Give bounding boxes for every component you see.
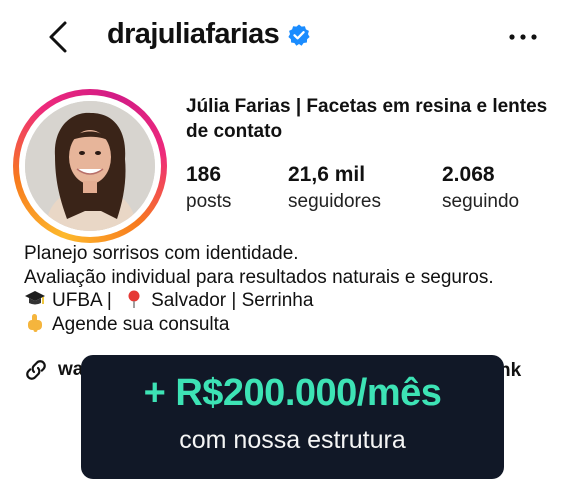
- profile-display-name: Júlia Farias | Facetas em resina e lente…: [186, 96, 548, 142]
- profile-bio: Planejo sorrisos com identidade. Avaliaç…: [24, 242, 574, 336]
- chevron-left-icon[interactable]: [44, 20, 72, 54]
- stat-followers-label: seguidores: [288, 191, 381, 212]
- pin-icon: [128, 290, 140, 308]
- stat-followers-value: 21,6 mil: [288, 163, 366, 186]
- avatar: [25, 101, 155, 231]
- verified-badge-icon: [288, 24, 310, 46]
- stat-posts-value: 186: [186, 163, 222, 186]
- promo-banner: + R$200.000/mês com nossa estrutura: [81, 355, 504, 479]
- bio-line: Planejo sorrisos com identidade.: [24, 243, 299, 264]
- stat-following[interactable]: 2.068 seguindo: [442, 163, 519, 215]
- graduation-cap-icon: [25, 291, 45, 305]
- promo-subtitle: com nossa estrutura: [179, 426, 406, 454]
- stat-posts[interactable]: 186 posts: [186, 163, 231, 215]
- bio-cta: Agende sua consulta: [52, 313, 230, 335]
- stat-following-label: seguindo: [442, 191, 520, 212]
- top-bar: drajuliafarias: [0, 0, 585, 74]
- stat-posts-label: posts: [186, 191, 232, 212]
- pointing-down-icon: [28, 313, 42, 332]
- link-text-prefix[interactable]: wa: [58, 359, 83, 381]
- more-horizontal-icon[interactable]: [507, 28, 539, 46]
- avatar-border: [19, 95, 161, 237]
- bio-line: UFBA | Salvador | Serrinha: [24, 289, 574, 313]
- stat-following-value: 2.068: [442, 163, 495, 186]
- bio-location: Salvador | Serrinha: [151, 290, 314, 311]
- username-header: drajuliafarias: [107, 18, 311, 51]
- promo-amount: + R$200.000/mês: [143, 372, 442, 414]
- story-ring[interactable]: [13, 89, 167, 243]
- username: drajuliafarias: [107, 18, 280, 50]
- stat-followers[interactable]: 21,6 mil seguidores: [288, 163, 381, 215]
- bio-university: UFBA |: [52, 290, 112, 311]
- avatar-photo: [25, 101, 155, 231]
- bio-line: Avaliação individual para resultados nat…: [24, 266, 494, 288]
- link-icon: [26, 360, 46, 380]
- bio-line: Agende sua consulta: [24, 313, 574, 337]
